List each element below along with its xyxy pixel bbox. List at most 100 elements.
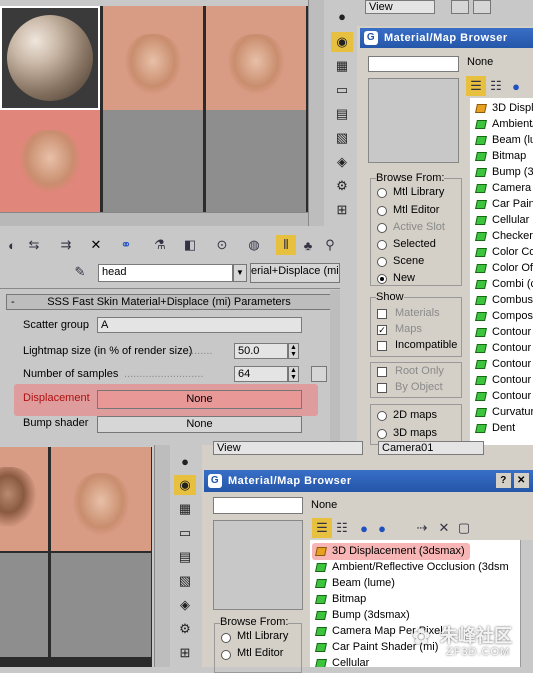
view-list-icon[interactable]: ☰ bbox=[466, 76, 486, 96]
camera-dropdown[interactable]: Camera01 bbox=[378, 441, 484, 455]
view-small-icons-icon[interactable]: ● bbox=[506, 76, 526, 96]
sample-type-sphere-icon[interactable]: ● bbox=[331, 6, 353, 26]
view-dropdown[interactable]: View bbox=[365, 0, 435, 14]
clear-material-library-icon[interactable]: ▢ bbox=[454, 518, 474, 538]
list-item[interactable]: Contour bbox=[474, 389, 531, 404]
viewport-button-2[interactable] bbox=[473, 0, 491, 14]
sample-slot[interactable] bbox=[0, 447, 48, 551]
sample-uv-tiling-icon[interactable]: ▭ bbox=[174, 523, 196, 543]
select-by-material-icon[interactable]: ⚙ bbox=[331, 176, 353, 196]
make-preview-icon[interactable]: ▧ bbox=[174, 571, 196, 591]
radio-2d-maps[interactable] bbox=[377, 411, 387, 421]
sample-uv-tiling-icon[interactable]: ▭ bbox=[331, 80, 353, 100]
samples-spinner[interactable]: 64 bbox=[234, 366, 288, 382]
list-item[interactable]: Cellular bbox=[314, 656, 369, 667]
name-dropdown-arrow[interactable]: ▼ bbox=[233, 264, 247, 282]
list-item[interactable]: Composi bbox=[474, 309, 533, 324]
get-material-icon[interactable]: ◐ bbox=[2, 235, 22, 255]
put-to-scene-icon[interactable]: ⇆ bbox=[24, 235, 44, 255]
help-button[interactable]: ? bbox=[496, 473, 511, 488]
show-end-result-icon[interactable]: ◍ bbox=[244, 235, 264, 255]
sample-slot[interactable] bbox=[51, 447, 151, 551]
list-item[interactable]: Ambient/Reflective Occlusion (3dsm bbox=[314, 560, 509, 575]
browser-1-search-field[interactable] bbox=[368, 56, 459, 72]
radio-active-slot[interactable] bbox=[377, 223, 387, 233]
view-list-icons-icon[interactable]: ☷ bbox=[486, 76, 506, 96]
material-type-button[interactable]: erial+Displace (mi) bbox=[250, 263, 340, 283]
radio-selected[interactable] bbox=[377, 240, 387, 250]
background-checker-icon[interactable]: ▦ bbox=[331, 56, 353, 76]
browser-1-titlebar[interactable]: G Material/Map Browser bbox=[360, 28, 533, 48]
displacement-map-button[interactable]: None bbox=[97, 390, 302, 409]
list-item[interactable]: Color Of bbox=[474, 261, 533, 276]
list-item[interactable]: Camera I bbox=[474, 181, 533, 196]
view-small-icons-icon[interactable]: ● bbox=[354, 518, 374, 538]
video-color-check-icon[interactable]: ▤ bbox=[331, 104, 353, 124]
list-item[interactable]: Bitmap bbox=[474, 149, 526, 164]
make-preview-icon[interactable]: ▧ bbox=[331, 128, 353, 148]
bottom-search-field[interactable] bbox=[213, 497, 303, 514]
view-list-icon[interactable]: ☰ bbox=[312, 518, 332, 538]
list-item[interactable]: Beam (lu bbox=[474, 133, 533, 148]
background-checker-icon[interactable]: ▦ bbox=[174, 499, 196, 519]
put-to-library-icon[interactable]: ⚗ bbox=[150, 235, 170, 255]
checkbox-materials[interactable] bbox=[377, 309, 387, 319]
view-large-icons-icon[interactable]: ● bbox=[372, 518, 392, 538]
bottom-browser-titlebar[interactable]: G Material/Map Browser ? ✕ bbox=[204, 470, 533, 492]
checkbox-maps[interactable]: ✓ bbox=[377, 325, 387, 335]
sample-slot[interactable] bbox=[0, 553, 48, 657]
list-item[interactable]: Cellular bbox=[474, 213, 529, 228]
spinner-arrows[interactable]: ▲ ▼ bbox=[288, 366, 299, 382]
scatter-group-field[interactable]: A bbox=[97, 317, 302, 333]
viewport-button-1[interactable] bbox=[451, 0, 469, 14]
bump-shader-button[interactable]: None bbox=[97, 416, 302, 433]
list-item[interactable]: Combi (c bbox=[474, 277, 533, 292]
list-item[interactable]: Contour bbox=[474, 373, 531, 388]
backlight-icon[interactable]: ◉ bbox=[174, 475, 196, 495]
backlight-icon[interactable]: ◉ bbox=[331, 32, 353, 52]
material-navigator-icon[interactable]: ⊞ bbox=[174, 643, 196, 663]
slots-hscrollbar[interactable] bbox=[0, 212, 308, 226]
sample-slot-5[interactable] bbox=[103, 110, 203, 214]
rollout-header[interactable]: - SSS Fast Skin Material+Displace (mi) P… bbox=[6, 294, 332, 310]
pick-material-icon[interactable]: ⚲ bbox=[320, 235, 340, 255]
radio-mtl-library[interactable] bbox=[377, 188, 387, 198]
show-map-icon[interactable]: ⊙ bbox=[212, 235, 232, 255]
list-item[interactable]: Color Co bbox=[474, 245, 533, 260]
sample-slot-4[interactable] bbox=[0, 110, 100, 214]
material-effects-icon[interactable]: ◧ bbox=[180, 235, 200, 255]
radio-scene[interactable] bbox=[377, 257, 387, 267]
sample-type-sphere-icon[interactable]: ● bbox=[174, 451, 196, 471]
assign-to-selection-icon[interactable]: ⇉ bbox=[56, 235, 76, 255]
radio-new[interactable] bbox=[377, 274, 387, 284]
list-item[interactable]: 3D Displ bbox=[474, 101, 533, 116]
list-item[interactable]: Checker bbox=[474, 229, 533, 244]
lightmap-size-spinner[interactable]: 50.0 bbox=[234, 343, 288, 359]
rollout-scrollbar[interactable] bbox=[330, 290, 340, 445]
list-item[interactable]: Contour bbox=[474, 341, 531, 356]
list-item[interactable]: Contour bbox=[474, 357, 531, 372]
radio-mtl-editor[interactable] bbox=[221, 650, 231, 660]
list-item[interactable]: Contour bbox=[474, 325, 531, 340]
list-item[interactable]: Bump (3dsmax) bbox=[314, 608, 410, 623]
checkbox-by-object[interactable] bbox=[377, 383, 387, 393]
sample-slot-3[interactable] bbox=[206, 6, 306, 110]
list-item[interactable]: Bitmap bbox=[314, 592, 366, 607]
list-item[interactable]: Bump (3d bbox=[474, 165, 533, 180]
view-list-icons-icon[interactable]: ☷ bbox=[332, 518, 352, 538]
list-item[interactable]: Combust bbox=[474, 293, 533, 308]
sample-slot-6[interactable] bbox=[206, 110, 306, 214]
samples-map-button[interactable] bbox=[311, 366, 327, 382]
spinner-arrows[interactable]: ▲ ▼ bbox=[288, 343, 299, 359]
options-icon[interactable]: ◈ bbox=[331, 152, 353, 172]
list-item[interactable]: 3D Displacement (3dsmax) bbox=[314, 544, 465, 559]
list-item[interactable]: Ambient/ bbox=[474, 117, 533, 132]
list-item[interactable]: Dent bbox=[474, 421, 515, 436]
slots-vscrollbar[interactable] bbox=[308, 0, 324, 226]
checkbox-incompatible[interactable] bbox=[377, 341, 387, 351]
bottom-view-dropdown[interactable]: View bbox=[213, 441, 363, 455]
reset-map-icon[interactable]: ✕ bbox=[86, 235, 106, 255]
options-icon[interactable]: ◈ bbox=[174, 595, 196, 615]
close-icon[interactable]: ✕ bbox=[514, 473, 529, 488]
eyedropper-icon[interactable]: ✎ bbox=[70, 262, 90, 282]
